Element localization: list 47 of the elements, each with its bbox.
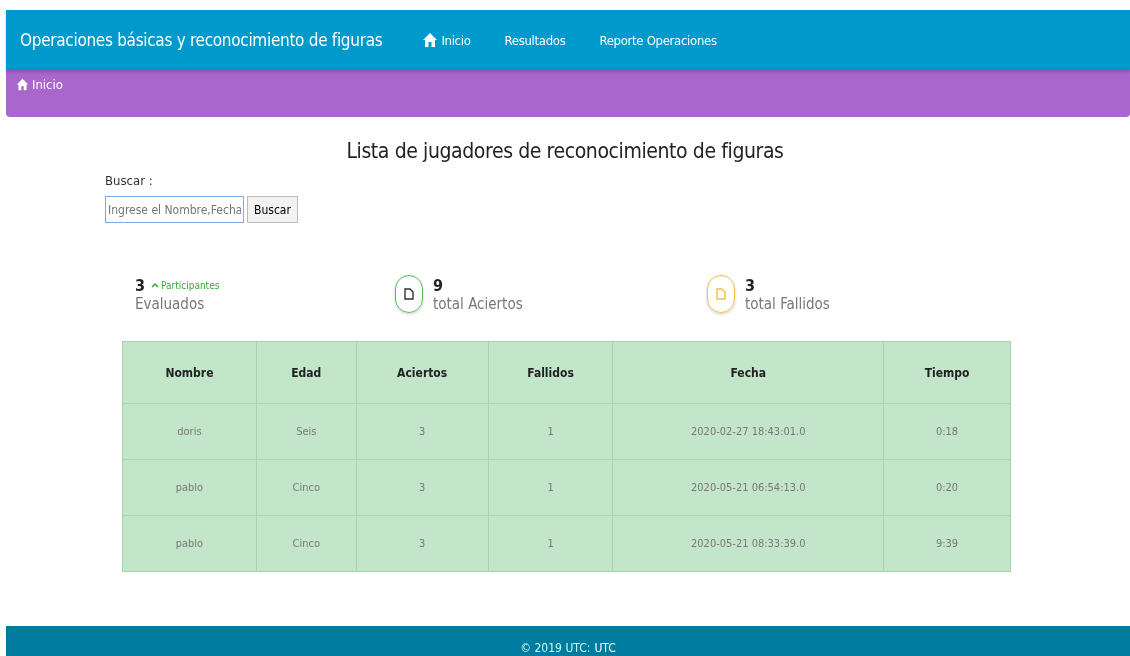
table-cell: Seis — [256, 403, 357, 460]
search-field[interactable]: Ingrese el Nombre,Fecha — [105, 196, 244, 223]
table-cell: pablo — [122, 459, 257, 516]
table-cell: 1 — [488, 459, 613, 516]
footer-text: © 2019 UTC: — [520, 641, 591, 655]
table-cell: 0:20 — [883, 459, 1011, 516]
column-header: Fallidos — [488, 341, 613, 404]
page-title: Lista de jugadores de reconocimiento de figuras — [345, 139, 785, 163]
stat-value: 3 — [745, 275, 755, 295]
search-label: Buscar : — [105, 173, 154, 188]
stat-value: 9 — [433, 275, 443, 295]
table-cell: 2020-02-27 18:43:01.0 — [612, 403, 884, 460]
search-button[interactable]: Buscar — [247, 196, 298, 223]
column-header: Aciertos — [356, 341, 489, 404]
home-icon — [422, 32, 439, 48]
table-cell: 3 — [356, 459, 489, 516]
home-icon — [16, 78, 29, 91]
chevron-up-icon — [151, 282, 159, 288]
table-cell: Cinco — [256, 459, 357, 516]
table-cell: pablo — [122, 515, 257, 572]
table-cell: 1 — [488, 515, 613, 572]
table-cell: 2020-05-21 08:33:39.0 — [612, 515, 884, 572]
column-header: Nombre — [122, 341, 257, 404]
table-cell: 3 — [356, 515, 489, 572]
column-header: Tiempo — [883, 341, 1011, 404]
trend-text: Participantes — [151, 279, 220, 291]
stat-value: 3 — [135, 275, 145, 295]
table-cell: 2020-05-21 06:54:13.0 — [612, 459, 884, 516]
document-icon — [716, 288, 726, 300]
column-header: Fecha — [612, 341, 884, 404]
breadcrumb-link[interactable]: Inicio — [16, 77, 63, 92]
footer-link[interactable]: UTC — [594, 641, 616, 655]
stat-label: total Fallidos — [745, 294, 830, 313]
stat-label: total Aciertos — [433, 294, 523, 313]
brand-title[interactable]: Operaciones básicas y reconocimiento de figuras — [20, 30, 383, 50]
table-cell: 3 — [356, 403, 489, 460]
column-header: Edad — [256, 341, 357, 404]
table-cell: Cinco — [256, 515, 357, 572]
nav-link[interactable]: Resultados — [504, 32, 566, 48]
table-cell: 0:18 — [883, 403, 1011, 460]
stat-label: Evaluados — [135, 294, 206, 313]
table-cell: 9:39 — [883, 515, 1011, 572]
table-cell: 1 — [488, 403, 613, 460]
table-cell: doris — [122, 403, 257, 460]
document-icon — [404, 288, 414, 300]
nav-link[interactable]: Inicio — [422, 32, 471, 48]
nav-link[interactable]: Reporte Operaciones — [599, 32, 717, 48]
